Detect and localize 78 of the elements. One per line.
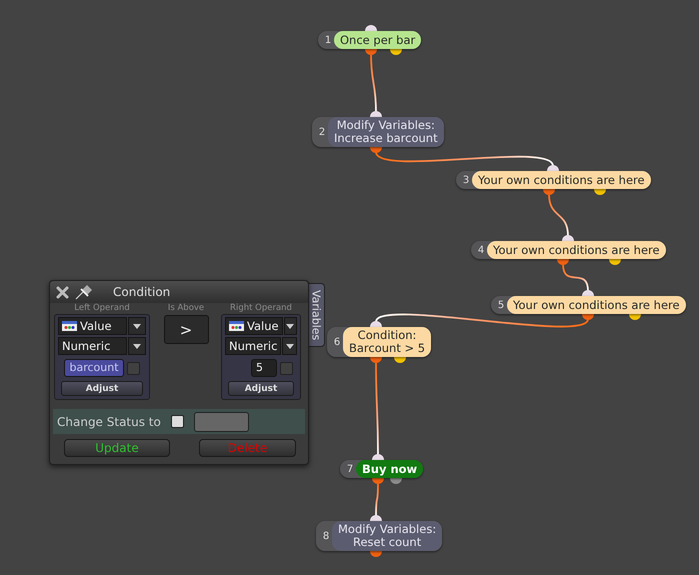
node-number: 8 — [322, 530, 330, 544]
source-dropdown[interactable]: Value — [58, 317, 127, 335]
flow-node[interactable]: 3 Your own conditions are here — [456, 171, 651, 189]
dropdown-button[interactable] — [284, 317, 297, 335]
connector-line — [548, 194, 569, 236]
input-port[interactable] — [562, 235, 574, 241]
node-label: Modify Variables: Reset count — [332, 521, 442, 551]
connector-line — [370, 54, 377, 112]
adjust-button[interactable]: Adjust — [61, 381, 143, 396]
output-port[interactable] — [370, 147, 382, 153]
caret-icon — [133, 324, 141, 328]
output-port[interactable] — [582, 314, 594, 320]
checkbox[interactable] — [170, 415, 184, 428]
input-port[interactable] — [372, 454, 384, 460]
output-port[interactable] — [372, 478, 384, 484]
input-port[interactable] — [370, 111, 382, 117]
operand-label: Right Operand — [230, 303, 292, 314]
type-dropdown[interactable]: Numeric — [58, 337, 127, 355]
secondary-port[interactable] — [629, 314, 641, 320]
node-number: 2 — [318, 126, 326, 140]
input-port[interactable] — [370, 321, 382, 327]
variable-chip[interactable]: barcount — [64, 359, 124, 377]
output-port[interactable] — [543, 189, 555, 195]
node-number: 5 — [496, 298, 506, 312]
pushpin-icon[interactable] — [75, 284, 93, 300]
status-label: Change Status to — [57, 414, 161, 428]
secondary-port[interactable] — [390, 49, 402, 55]
caret-icon — [133, 344, 141, 348]
node-label: Condition: Barcount > 5 — [343, 327, 432, 357]
type-dropdown[interactable]: Numeric — [225, 337, 282, 355]
value-icon — [229, 321, 244, 331]
node-label: Buy now — [356, 460, 424, 478]
output-port[interactable] — [370, 551, 382, 557]
node-label: Modify Variables: Increase barcount — [328, 117, 444, 147]
update-button[interactable]: Update — [64, 439, 170, 457]
operand-label: Left Operand — [74, 303, 130, 314]
connector-line — [375, 483, 379, 516]
node-label: Your own conditions are here — [472, 171, 651, 189]
input-port[interactable] — [365, 25, 377, 31]
operator-button[interactable]: > — [164, 315, 208, 344]
node-label: Once per bar — [334, 31, 422, 49]
input-port[interactable] — [582, 290, 594, 296]
node-number: 4 — [476, 244, 486, 258]
output-port[interactable] — [365, 49, 377, 55]
dropdown-button[interactable] — [128, 337, 146, 355]
value-icon — [62, 321, 77, 331]
close-icon[interactable] — [56, 286, 69, 298]
connector-line — [562, 264, 589, 292]
secondary-port[interactable] — [390, 478, 402, 484]
status-field[interactable] — [194, 412, 249, 432]
node-number: 1 — [324, 34, 332, 48]
input-port[interactable] — [370, 515, 382, 521]
dialog-title: Condition — [113, 285, 170, 299]
node-number: 6 — [332, 336, 342, 350]
secondary-port[interactable] — [594, 189, 606, 195]
caret-icon — [286, 324, 294, 328]
value-field[interactable]: 5 — [251, 359, 277, 377]
input-port[interactable] — [547, 165, 559, 171]
node-number: 3 — [462, 174, 470, 188]
flow-node[interactable]: 1 Once per bar — [318, 31, 422, 49]
caret-icon — [286, 344, 294, 348]
operator-label: Is Above — [168, 303, 204, 314]
node-label: Your own conditions are here — [507, 296, 686, 314]
dropdown-button[interactable] — [282, 337, 297, 355]
secondary-port[interactable] — [609, 259, 621, 265]
output-port[interactable] — [370, 357, 382, 363]
adjust-button[interactable]: Adjust — [228, 381, 294, 396]
node-label: Your own conditions are here — [487, 241, 666, 259]
checkbox[interactable] — [280, 362, 293, 374]
dropdown-button[interactable] — [128, 317, 146, 335]
output-port[interactable] — [557, 259, 569, 265]
secondary-port[interactable] — [394, 357, 406, 363]
source-dropdown[interactable]: Value — [225, 317, 283, 335]
flow-node[interactable]: 4 Your own conditions are here — [471, 241, 666, 259]
flow-node[interactable]: 7 Buy now — [340, 460, 424, 478]
flow-node[interactable]: 5 Your own conditions are here — [491, 296, 686, 314]
checkbox[interactable] — [126, 362, 140, 374]
node-number: 7 — [346, 462, 354, 476]
